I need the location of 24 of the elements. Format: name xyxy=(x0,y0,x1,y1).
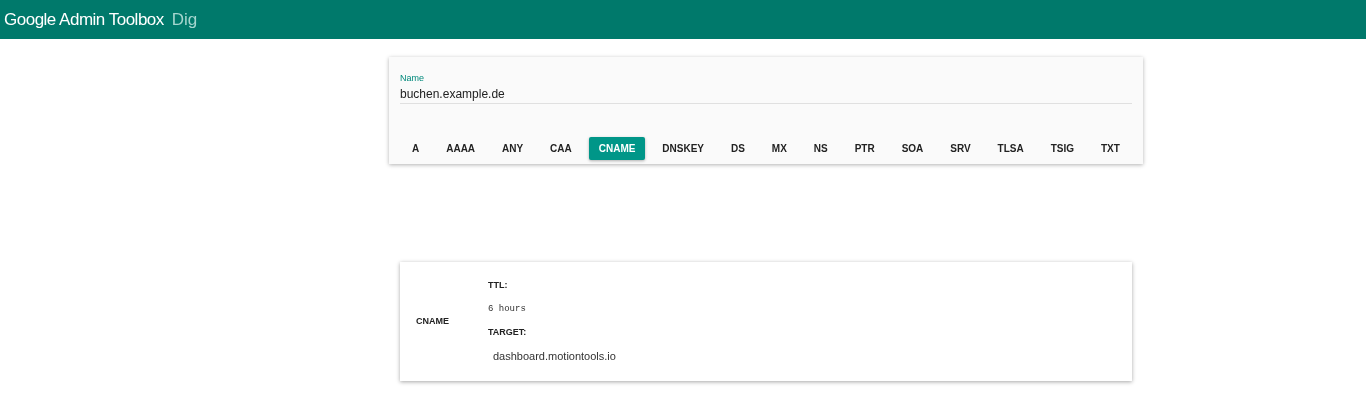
record-type-tab[interactable]: MX xyxy=(761,136,797,160)
field-label: Name xyxy=(400,72,424,85)
record-type-tab[interactable]: DS xyxy=(721,136,755,160)
app-title: Google Admin Toolbox xyxy=(4,8,164,31)
ttl-value: 6 hours xyxy=(488,302,526,316)
record-type-tab[interactable]: SOA xyxy=(891,136,934,160)
name-field[interactable]: buchen.example.de xyxy=(400,85,1132,104)
record-type-tab[interactable]: TLSA xyxy=(987,136,1034,160)
record-type-tab[interactable]: PTR xyxy=(844,136,885,160)
record-type-tab[interactable]: NS xyxy=(803,136,838,160)
record-type-tab[interactable]: AAAA xyxy=(436,136,486,160)
record-type-tab[interactable]: TSIG xyxy=(1040,136,1084,160)
record-type-tab[interactable]: CAA xyxy=(540,136,582,160)
target-label: TARGET: xyxy=(488,326,527,339)
record-type-label: CNAME xyxy=(416,314,450,328)
app-subtitle: Dig xyxy=(171,8,198,31)
record-type-tab[interactable]: SRV xyxy=(940,136,981,160)
record-type-tab[interactable]: TXT xyxy=(1090,136,1130,160)
record-type-tab[interactable]: CNAME xyxy=(588,136,646,160)
ttl-label: TTL: xyxy=(488,279,508,292)
record-type-tab[interactable]: ANY xyxy=(492,136,534,160)
record-type-tab[interactable]: DNSKEY xyxy=(652,136,715,160)
target-value: dashboard.motiontools.io xyxy=(493,348,616,364)
record-type-tab[interactable]: A xyxy=(402,136,430,160)
